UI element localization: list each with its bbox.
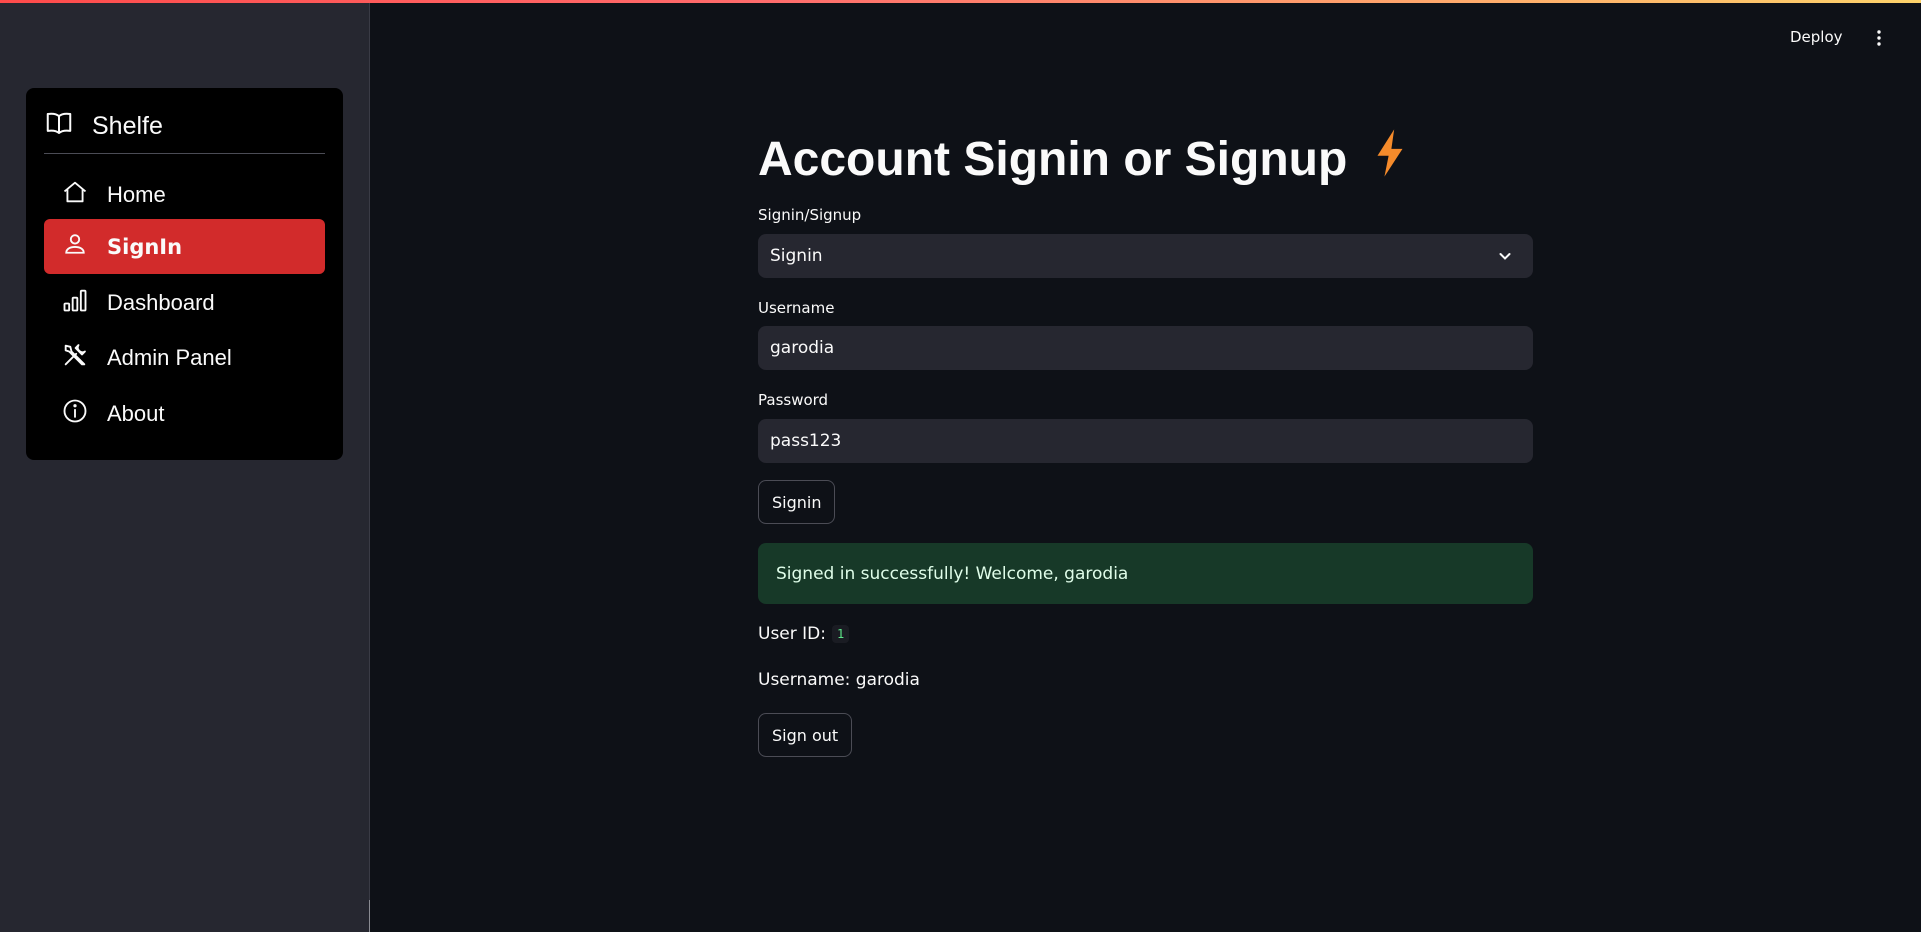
sidebar-item-dashboard[interactable]: Dashboard (44, 275, 325, 330)
lightning-icon (1347, 128, 1407, 190)
sidebar-item-signin[interactable]: SignIn (44, 219, 325, 274)
house-icon (61, 178, 89, 212)
sidebar-item-home[interactable]: Home (44, 167, 325, 222)
page-title-text: Account Signin or Signup (758, 132, 1348, 186)
sidebar-resize-handle[interactable] (369, 900, 370, 932)
user-id-label: User ID: (758, 624, 826, 644)
brand: Shelfe (44, 108, 163, 145)
signout-button[interactable]: Sign out (758, 713, 853, 757)
vertical-ellipsis-icon[interactable] (1872, 28, 1886, 48)
brand-divider (44, 153, 325, 154)
mode-field-label: Signin/Signup (758, 206, 862, 224)
username-line: Username: garodia (758, 670, 920, 690)
user-id-line: User ID: 1 (758, 624, 850, 644)
sidebar-item-label: Admin Panel (107, 344, 232, 370)
success-message: Signed in successfully! Welcome, garodia (776, 563, 1129, 584)
bar-chart-icon (61, 286, 89, 320)
sidebar-item-admin-panel[interactable]: Admin Panel (44, 330, 325, 385)
book-open-icon (44, 108, 74, 145)
mode-select-value: Signin (770, 246, 823, 266)
page-title: Account Signin or Signup (758, 128, 1407, 190)
mode-select[interactable]: Signin (758, 234, 1533, 278)
tools-icon (61, 341, 89, 375)
sidebar-item-about[interactable]: About (44, 386, 325, 441)
chevron-down-icon (1497, 248, 1513, 264)
username-input[interactable]: garodia (758, 326, 1533, 370)
info-circle-icon (61, 397, 89, 431)
sidebar: Shelfe Home SignIn Dashboard Admin Panel… (0, 0, 370, 932)
person-icon (61, 230, 89, 264)
brand-label: Shelfe (92, 112, 163, 140)
username-field-label: Username (758, 299, 835, 317)
success-alert: Signed in successfully! Welcome, garodia (758, 543, 1533, 604)
sidebar-item-label: About (107, 400, 165, 426)
signin-button[interactable]: Signin (758, 480, 836, 524)
deploy-button[interactable]: Deploy (1790, 28, 1843, 46)
sidebar-item-label: Dashboard (107, 289, 215, 315)
password-input[interactable]: pass123 (758, 419, 1533, 463)
top-decoration-bar (0, 0, 1921, 3)
user-id-value: 1 (831, 625, 850, 643)
password-field-label: Password (758, 391, 829, 409)
nav-menu: Shelfe Home SignIn Dashboard Admin Panel… (26, 88, 343, 460)
sidebar-item-label: SignIn (107, 234, 183, 259)
sidebar-item-label: Home (107, 181, 166, 207)
